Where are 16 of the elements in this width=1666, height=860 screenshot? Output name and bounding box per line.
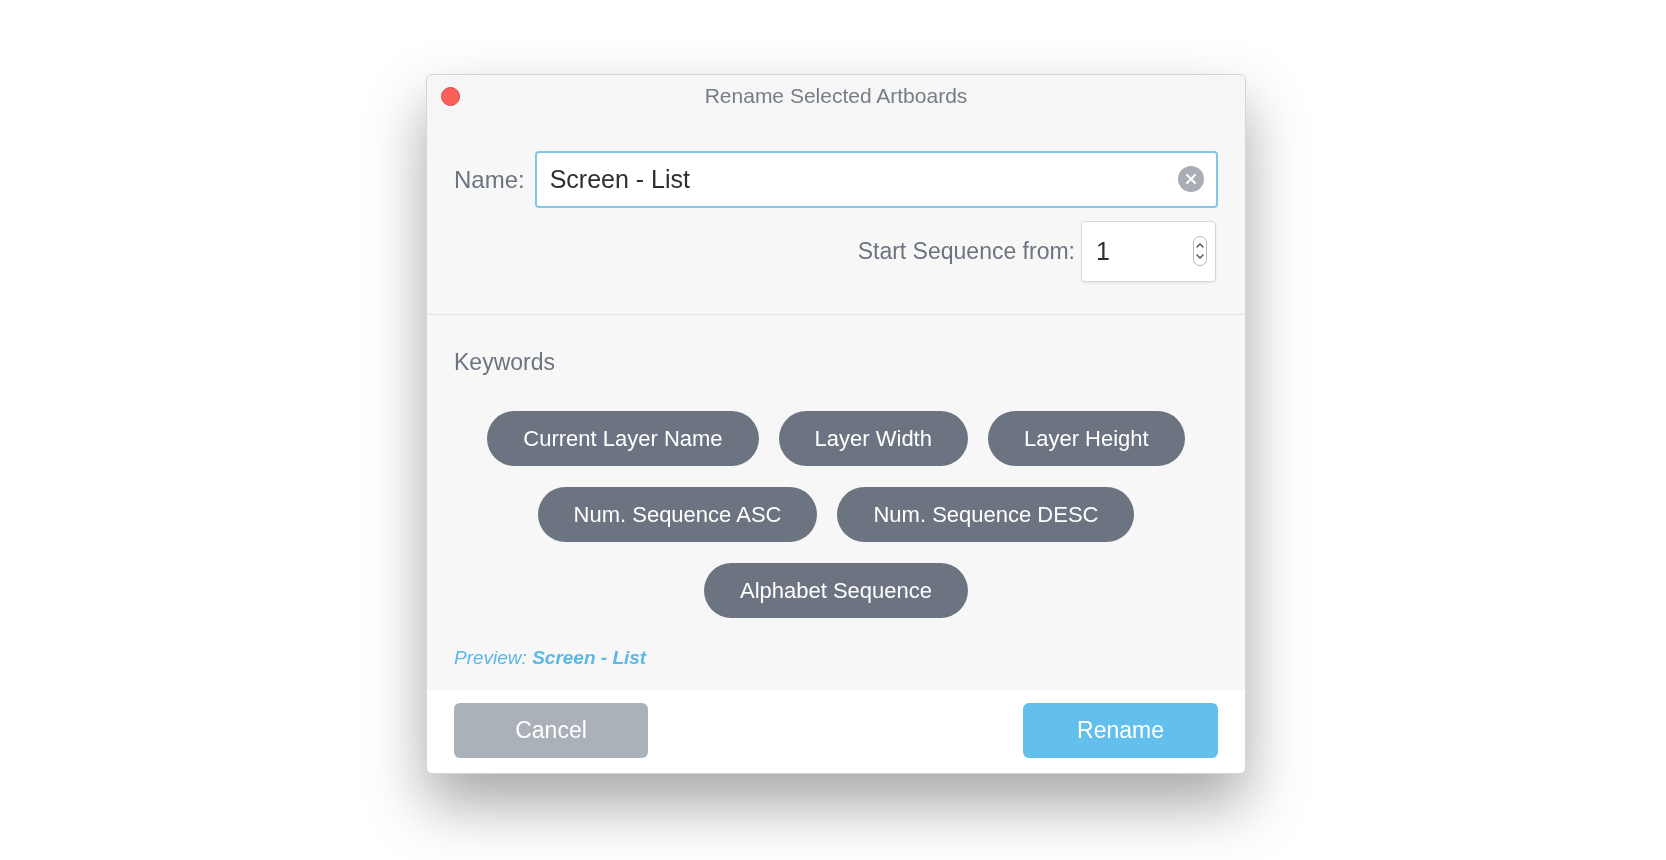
keyword-chip[interactable]: Layer Width [778, 410, 968, 466]
stepper-icon[interactable] [1193, 236, 1207, 266]
name-label: Name: [454, 164, 525, 195]
window-title: Rename Selected Artboards [704, 83, 968, 110]
close-icon[interactable] [441, 86, 460, 106]
keyword-chip[interactable]: Layer Height [987, 410, 1185, 466]
keyword-chip[interactable]: Current Layer Name [487, 410, 759, 466]
clear-icon[interactable] [1178, 166, 1204, 192]
preview-text: Preview: Screen - List [454, 645, 647, 670]
keyword-chip[interactable]: Num. Sequence DESC [837, 486, 1135, 542]
start-sequence-label: Start Sequence from: [857, 237, 1075, 267]
start-sequence-field[interactable]: 1 [1081, 221, 1216, 282]
name-field[interactable]: Screen - List [534, 151, 1218, 208]
keywords-heading: Keywords [454, 348, 555, 377]
keyword-chip[interactable]: Alphabet Sequence [703, 562, 969, 618]
keyword-chip[interactable]: Num. Sequence ASC [537, 486, 818, 542]
